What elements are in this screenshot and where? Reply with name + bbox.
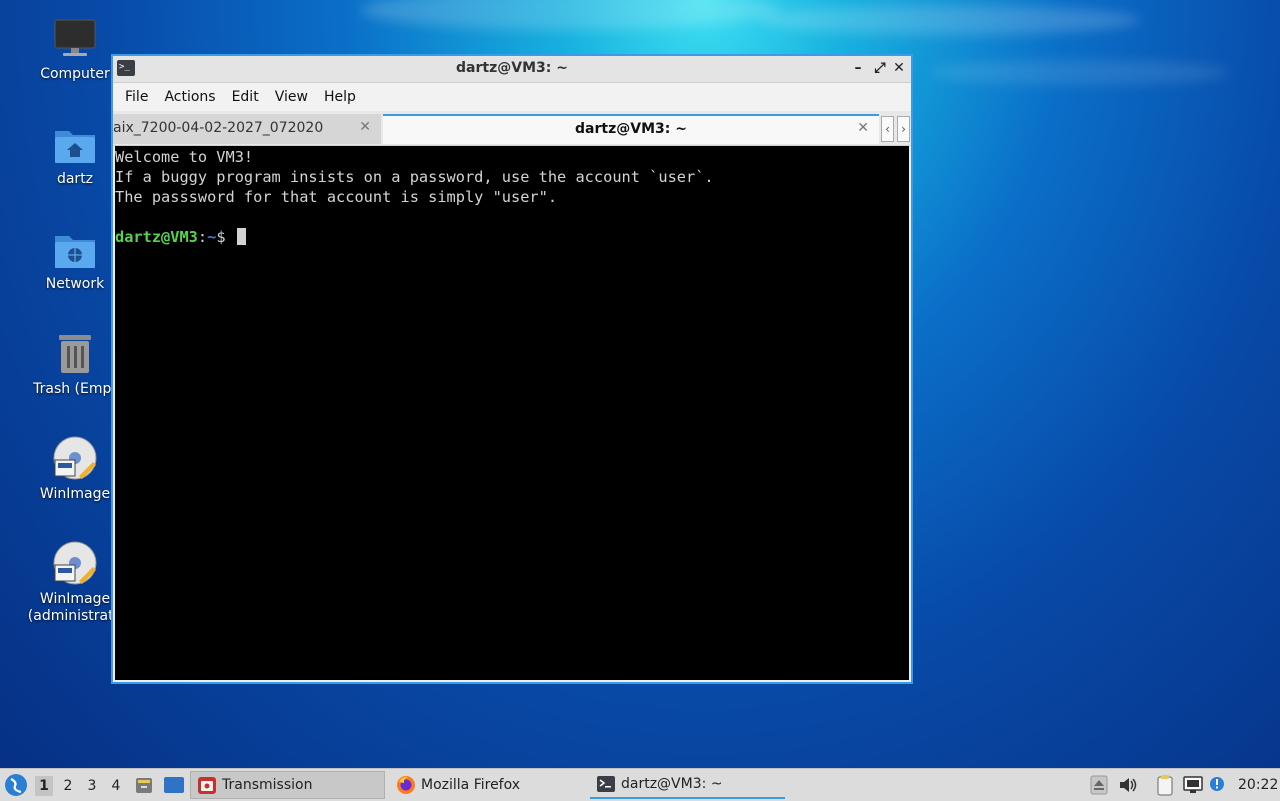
tab-bar: aix_7200-04-02-2027_072020 ✕ dartz@VM3: … — [113, 111, 911, 146]
tab-label: aix_7200-04-02-2027_072020 — [113, 120, 324, 136]
window-titlebar[interactable]: >_ dartz@VM3: ~ – ⤢ ✕ — [113, 56, 911, 83]
wallpaper-highlight — [360, 0, 780, 30]
network-folder-icon — [51, 226, 99, 274]
tab-dartz[interactable]: dartz@VM3: ~ ✕ — [383, 114, 879, 144]
transmission-icon — [198, 777, 216, 794]
network-wired-icon — [1183, 776, 1203, 793]
desktop-switch-3[interactable]: 3 — [83, 776, 101, 796]
tab-aix[interactable]: aix_7200-04-02-2027_072020 ✕ — [113, 114, 381, 144]
firefox-icon — [397, 776, 415, 794]
prompt-path: ~ — [207, 228, 217, 246]
terminal-line: Welcome to VM3! — [115, 148, 254, 166]
tab-scroll-right-button[interactable]: › — [897, 116, 910, 142]
desktop-icon — [164, 777, 184, 793]
terminal-line: If a buggy program insists on a password… — [115, 168, 714, 186]
text-cursor — [236, 228, 246, 245]
eject-button[interactable] — [1090, 769, 1108, 801]
prompt-symbol: $ — [216, 228, 235, 246]
lxqt-menu-icon — [5, 774, 27, 796]
eject-icon — [1090, 775, 1108, 795]
wallpaper-highlight — [930, 60, 1230, 85]
minimize-button[interactable]: – — [849, 58, 867, 78]
home-folder-icon — [51, 121, 99, 169]
file-manager-launcher[interactable] — [134, 769, 154, 801]
prompt-user: dartz@VM3 — [115, 228, 198, 246]
taskbar: 1 2 3 4 Transmission Mozilla Firefox dar… — [0, 768, 1280, 801]
trash-icon — [51, 331, 99, 379]
start-menu-button[interactable] — [4, 769, 28, 801]
notification-button[interactable] — [1208, 769, 1228, 801]
menu-help[interactable]: Help — [316, 89, 364, 105]
tab-close-icon[interactable]: ✕ — [359, 119, 371, 135]
menu-edit[interactable]: Edit — [224, 89, 267, 105]
desktop-switch-1[interactable]: 1 — [35, 776, 53, 796]
clipboard-icon — [1157, 775, 1173, 796]
task-label: Mozilla Firefox — [421, 777, 521, 793]
tab-scroll-left-button[interactable]: ‹ — [881, 116, 894, 142]
clock[interactable]: 20:22 — [1238, 769, 1278, 801]
window-title: dartz@VM3: ~ — [456, 60, 568, 76]
menu-file[interactable]: File — [117, 89, 156, 105]
tab-label: dartz@VM3: ~ — [575, 121, 687, 137]
clipboard-button[interactable] — [1155, 769, 1175, 801]
terminal-window[interactable]: >_ dartz@VM3: ~ – ⤢ ✕ File Actions Edit … — [111, 54, 913, 684]
task-label: Transmission — [222, 777, 313, 793]
tab-close-icon[interactable]: ✕ — [857, 120, 869, 136]
maximize-button[interactable]: ⤢ — [871, 58, 889, 78]
terminal-icon — [597, 776, 615, 792]
monitor-icon — [51, 16, 99, 64]
task-label: dartz@VM3: ~ — [621, 776, 723, 792]
prompt-separator: : — [197, 228, 208, 246]
winimage-icon — [51, 541, 99, 589]
winimage-icon — [51, 436, 99, 484]
menu-actions[interactable]: Actions — [156, 89, 223, 105]
menu-view[interactable]: View — [267, 89, 316, 105]
volume-button[interactable] — [1118, 769, 1138, 801]
network-button[interactable] — [1182, 769, 1204, 801]
menu-bar: File Actions Edit View Help — [113, 83, 911, 111]
task-transmission[interactable]: Transmission — [190, 771, 385, 799]
terminal-line: The passsword for that account is simply… — [115, 188, 558, 206]
volume-icon — [1120, 778, 1137, 792]
close-button[interactable]: ✕ — [890, 58, 908, 78]
show-desktop-button[interactable] — [163, 769, 185, 801]
update-notifier-icon — [1210, 777, 1224, 791]
desktop-switch-2[interactable]: 2 — [59, 776, 77, 796]
wallpaper-highlight — [760, 5, 1140, 35]
file-cabinet-icon — [136, 778, 152, 793]
task-terminal[interactable]: dartz@VM3: ~ — [590, 771, 785, 799]
desktop-switch-4[interactable]: 4 — [107, 776, 125, 796]
terminal-prompt: dartz@VM3:~$ — [115, 227, 909, 247]
terminal-output[interactable]: Welcome to VM3! If a buggy program insis… — [115, 146, 909, 680]
task-firefox[interactable]: Mozilla Firefox — [390, 771, 585, 799]
